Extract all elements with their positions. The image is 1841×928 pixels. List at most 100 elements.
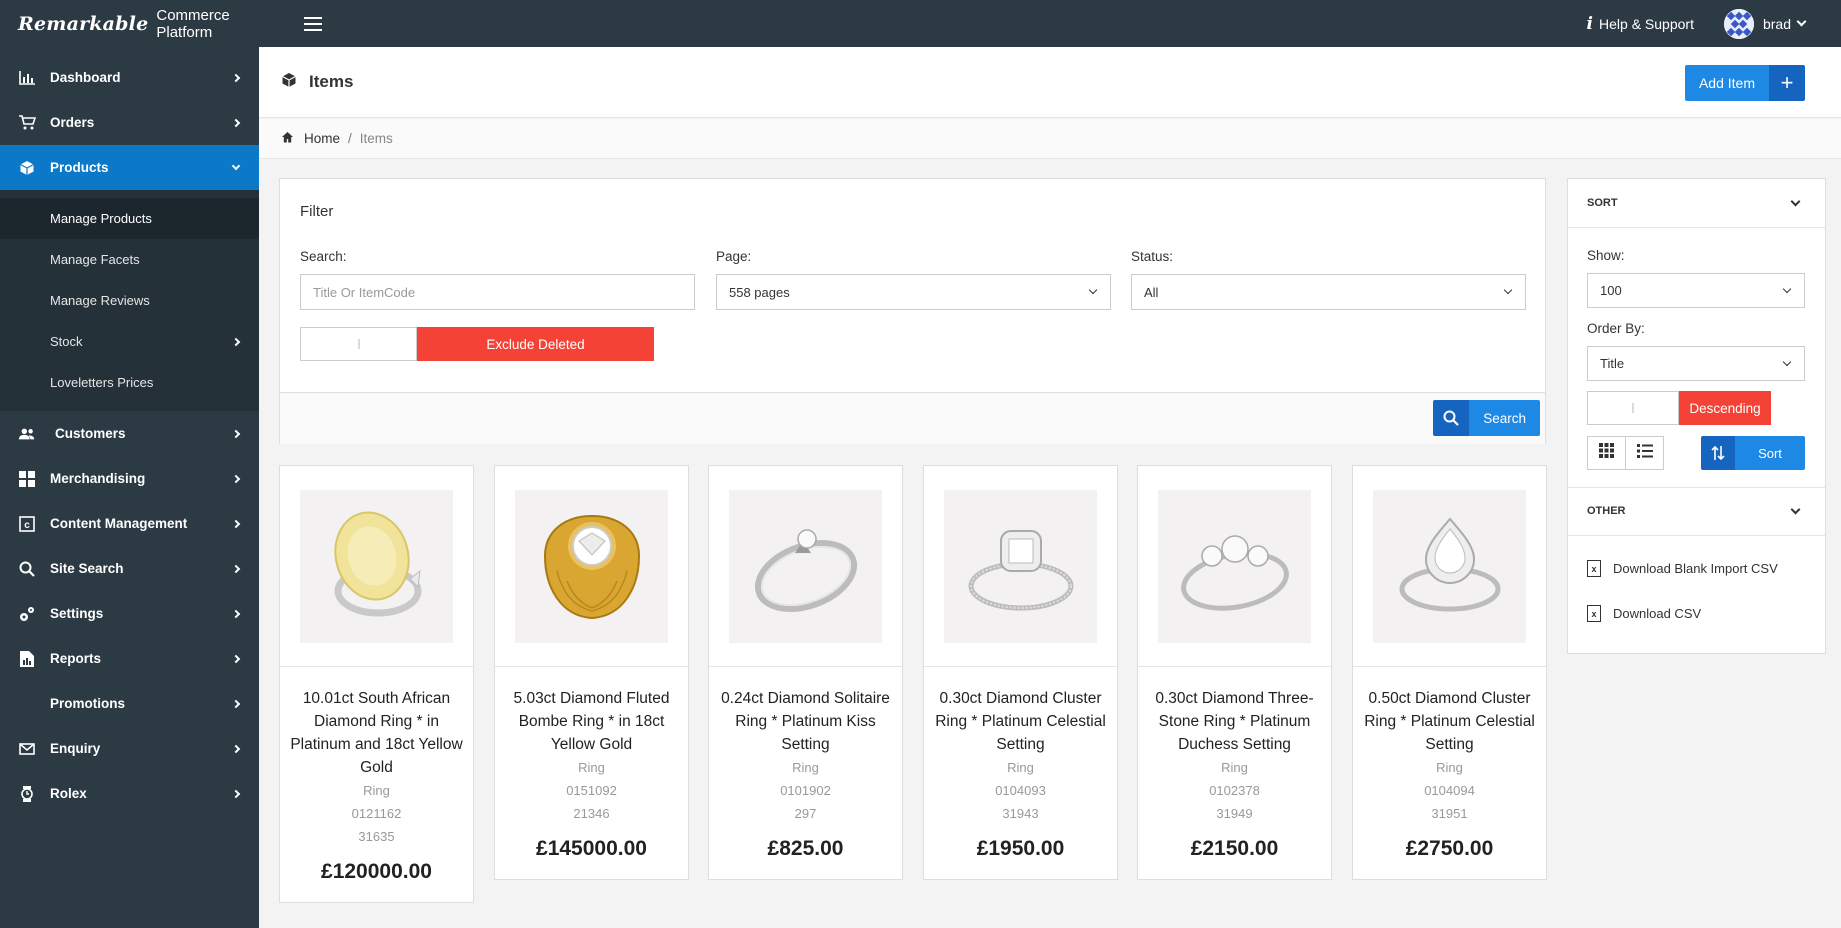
help-support-link[interactable]: i Help & Support <box>1587 14 1694 34</box>
product-card-body: 5.03ct Diamond Fluted Bombe Ring * in 18… <box>495 667 688 879</box>
exclude-deleted-toggle-off[interactable] <box>300 327 417 361</box>
sidebar-item-reports[interactable]: Reports <box>0 636 259 681</box>
product-image-wrap <box>495 466 688 667</box>
download-csv-link[interactable]: x Download CSV <box>1587 605 1701 622</box>
subnav-manage-products[interactable]: Manage Products <box>0 198 259 239</box>
product-price: £2750.00 <box>1405 837 1494 860</box>
sort-button[interactable]: Sort <box>1701 436 1805 470</box>
product-image <box>1373 489 1526 643</box>
chevron-right-icon <box>231 118 241 127</box>
breadcrumb-separator: / <box>348 131 352 146</box>
cart-icon <box>18 115 36 131</box>
product-card[interactable]: 0.30ct Diamond Three-Stone Ring * Platin… <box>1137 465 1332 880</box>
product-card[interactable]: 0.24ct Diamond Solitaire Ring * Platinum… <box>708 465 903 880</box>
svg-text:c: c <box>24 520 30 531</box>
sidebar-item-rolex[interactable]: Rolex <box>0 771 259 816</box>
grid-view-button[interactable] <box>1587 436 1626 470</box>
product-id: 31949 <box>1216 806 1253 821</box>
sidebar-item-site-search[interactable]: Site Search <box>0 546 259 591</box>
breadcrumb-current: Items <box>359 131 393 146</box>
sort-section-header[interactable]: SORT <box>1568 179 1825 227</box>
grid-icon <box>18 470 36 487</box>
product-card-body: 0.24ct Diamond Solitaire Ring * Platinum… <box>709 667 902 879</box>
subnav-manage-facets[interactable]: Manage Facets <box>0 239 259 280</box>
exclude-deleted-toggle[interactable]: Exclude Deleted <box>417 327 654 361</box>
filter-footer: Search <box>280 392 1545 444</box>
download-blank-label: Download Blank Import CSV <box>1613 561 1778 576</box>
sort-heading: SORT <box>1587 197 1618 209</box>
sidebar-item-settings[interactable]: Settings <box>0 591 259 636</box>
sidebar-item-customers[interactable]: Customers <box>0 411 259 456</box>
subnav-label: Manage Facets <box>50 252 140 267</box>
show-select[interactable]: 100 <box>1587 273 1805 308</box>
other-heading: OTHER <box>1587 505 1626 517</box>
products-submenu: Manage Products Manage Facets Manage Rev… <box>0 190 259 411</box>
direction-toggle-off[interactable] <box>1587 391 1679 425</box>
search-input[interactable]: Title Or ItemCode <box>300 274 695 310</box>
product-title: 0.30ct Diamond Three-Stone Ring * Platin… <box>1155 690 1314 753</box>
filter-panel: Filter Search: Title Or ItemCode Page: 5… <box>279 178 1546 444</box>
add-item-button[interactable]: Add Item + <box>1684 65 1805 101</box>
product-image <box>300 489 453 643</box>
sidebar-item-dashboard[interactable]: Dashboard <box>0 55 259 100</box>
chevron-right-icon <box>231 789 241 798</box>
gears-icon <box>18 606 36 622</box>
subnav-label: Loveletters Prices <box>50 375 154 390</box>
product-type: Ring <box>363 783 390 798</box>
other-section-header[interactable]: OTHER <box>1568 487 1825 535</box>
search-icon <box>18 561 36 577</box>
sidebar-item-products[interactable]: Products <box>0 145 259 190</box>
subnav-loveletters-prices[interactable]: Loveletters Prices <box>0 362 259 403</box>
product-card[interactable]: 0.30ct Diamond Cluster Ring * Platinum C… <box>923 465 1118 880</box>
chevron-right-icon <box>231 654 241 663</box>
product-price: £120000.00 <box>321 860 432 883</box>
page-label: Page: <box>716 249 752 264</box>
subnav-manage-reviews[interactable]: Manage Reviews <box>0 280 259 321</box>
product-card[interactable]: 5.03ct Diamond Fluted Bombe Ring * in 18… <box>494 465 689 880</box>
product-id: 31951 <box>1431 806 1468 821</box>
chevron-right-icon <box>231 474 241 483</box>
menu-toggle-icon[interactable] <box>304 16 322 31</box>
product-code: 0151092 <box>566 783 617 798</box>
brand[interactable]: Remarkable Commerce Platform <box>0 7 259 41</box>
user-menu[interactable]: brad <box>1723 8 1807 39</box>
sidebar: Dashboard Orders Products Manage Product… <box>0 47 259 928</box>
status-select[interactable]: All <box>1131 274 1526 310</box>
status-label: Status: <box>1131 249 1174 264</box>
sort-panel: SORT Show: 100 Order By: Title Descendin… <box>1567 178 1826 654</box>
sidebar-item-merchandising[interactable]: Merchandising <box>0 456 259 501</box>
product-card[interactable]: 0.50ct Diamond Cluster Ring * Platinum C… <box>1352 465 1547 880</box>
content-icon: c <box>18 515 36 532</box>
sidebar-item-label: Content Management <box>50 516 188 531</box>
product-card[interactable]: 10.01ct South African Diamond Ring * in … <box>279 465 474 903</box>
search-button-label: Search <box>1469 400 1540 436</box>
page-select-value: 558 pages <box>729 284 790 300</box>
download-blank-import-csv-link[interactable]: x Download Blank Import CSV <box>1587 560 1778 577</box>
subnav-stock[interactable]: Stock <box>0 321 259 362</box>
page-select[interactable]: 558 pages <box>716 274 1111 310</box>
descending-toggle[interactable]: Descending <box>1679 391 1771 425</box>
download-csv-label: Download CSV <box>1613 606 1702 621</box>
home-icon <box>281 131 294 146</box>
product-type: Ring <box>1221 760 1248 775</box>
search-button[interactable]: Search <box>1433 400 1540 436</box>
order-by-select[interactable]: Title <box>1587 346 1805 381</box>
product-price: £825.00 <box>767 837 844 860</box>
brand-subtitle: Commerce Platform <box>156 6 230 41</box>
sidebar-item-enquiry[interactable]: Enquiry <box>0 726 259 771</box>
plus-icon: + <box>1769 65 1805 101</box>
avatar <box>1723 8 1754 39</box>
product-image-wrap <box>1138 466 1331 667</box>
sidebar-item-promotions[interactable]: Promotions <box>0 681 259 726</box>
bar-chart-icon <box>18 70 36 86</box>
product-type: Ring <box>578 760 605 775</box>
subnav-label: Manage Reviews <box>50 293 150 308</box>
sidebar-item-content-management[interactable]: c Content Management <box>0 501 259 546</box>
list-view-button[interactable] <box>1625 436 1664 470</box>
toggle-grip <box>1632 403 1634 413</box>
breadcrumb-home-link[interactable]: Home <box>304 131 340 146</box>
product-title: 0.24ct Diamond Solitaire Ring * Platinum… <box>721 690 890 753</box>
sidebar-item-orders[interactable]: Orders <box>0 100 259 145</box>
sidebar-item-label: Settings <box>50 606 104 621</box>
chevron-right-icon <box>231 519 241 528</box>
